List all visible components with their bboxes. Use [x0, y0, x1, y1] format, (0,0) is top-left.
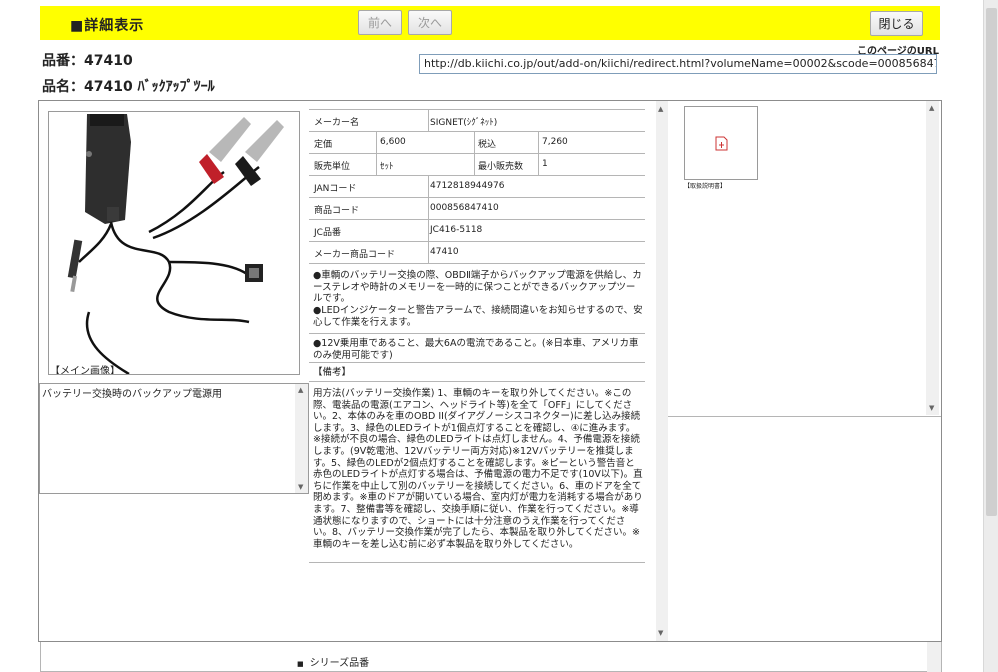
series-label: シリーズ品番 — [309, 658, 370, 669]
feature-2: ●LEDインジケーターと警告アラームで、接続間違いをお知らせするので、安心して作… — [313, 305, 643, 328]
backup-tool-image — [67, 114, 284, 374]
header-bar: ■詳細表示 前へ 次へ 閉じる — [40, 6, 940, 40]
jan-label: JANコード — [314, 184, 357, 194]
remarks-label: 【備考】 — [313, 367, 352, 378]
product-name: 品名：47410 ﾊﾞｯｸｱｯﾌﾟﾂｰﾙ — [42, 79, 215, 95]
unit-label: 販売単位 — [314, 162, 351, 172]
page-url-field[interactable]: http://db.kiichi.co.jp/out/add-on/kiichi… — [419, 54, 937, 74]
series-panel: ■ シリーズ品番 — [40, 642, 942, 672]
summary-scrollbar[interactable]: ▲ ▼ — [295, 384, 308, 493]
maker-code-label: メーカー商品コード — [314, 250, 396, 260]
close-button[interactable]: 閉じる — [870, 11, 923, 36]
main-image-caption: 【メイン画像】 — [50, 366, 120, 375]
product-number: 品番：47410 — [42, 53, 133, 69]
price-label: 定価 — [314, 140, 333, 150]
scroll-up-icon[interactable]: ▲ — [298, 386, 303, 394]
unit-value: ｾｯﾄ — [380, 162, 394, 172]
attachment-scrollbar[interactable]: ▲ ▼ — [926, 101, 939, 415]
manual-caption: 【取扱説明書】 — [684, 183, 727, 190]
scroll-down-icon[interactable]: ▼ — [298, 483, 303, 491]
bullet-icon: ■ — [297, 660, 304, 668]
scroll-down-icon[interactable]: ▼ — [929, 404, 934, 412]
remarks-text: 用方法(バッテリー交換作業) 1、車輌のキーを取り外してください。※この際、電装… — [313, 388, 643, 550]
next-button[interactable]: 次へ — [408, 10, 452, 35]
scroll-up-icon[interactable]: ▲ — [929, 104, 934, 112]
maker-code-value: 47410 — [430, 247, 459, 257]
price-value: 6,600 — [380, 137, 406, 147]
manual-thumbnail[interactable] — [684, 106, 758, 180]
tax-label: 税込 — [478, 140, 497, 150]
scroll-up-icon[interactable]: ▲ — [658, 105, 663, 113]
jan-value: 4712818944976 — [430, 181, 505, 191]
jc-number-label: JC品番 — [314, 228, 341, 238]
product-code-value: 000856847410 — [430, 203, 499, 213]
page-scrollbar[interactable] — [983, 0, 998, 672]
product-code-label: 商品コード — [314, 206, 360, 216]
summary-text: バッテリー交換時のバックアップ電源用 — [42, 389, 222, 400]
series-label-row: ■ シリーズ品番 — [297, 654, 369, 669]
min-qty-label: 最小販売数 — [478, 162, 524, 172]
usage-note: ●12V乗用車であること、最大6Aの電流であること。(※日本車、アメリカ車のみ使… — [313, 338, 639, 361]
page-title: ■詳細表示 — [70, 18, 145, 34]
maker-value: SIGNET(ｼｸﾞﾈｯﾄ) — [430, 118, 498, 128]
summary-textbox[interactable]: バッテリー交換時のバックアップ電源用 ▲ ▼ — [39, 383, 309, 494]
scroll-down-icon[interactable]: ▼ — [658, 629, 663, 637]
feature-1: ●車輌のバッテリー交換の際、OBDⅡ端子からバックアップ電源を供給し、カーステレ… — [313, 270, 642, 305]
page-scrollbar-thumb[interactable] — [986, 8, 997, 516]
min-qty-value: 1 — [542, 159, 548, 169]
maker-label: メーカー名 — [314, 118, 360, 128]
main-image: 【メイン画像】 — [48, 111, 300, 375]
pdf-file-icon — [715, 136, 728, 151]
tax-value: 7,260 — [542, 137, 568, 147]
spec-scrollbar[interactable]: ▲ ▼ — [656, 101, 668, 641]
jc-number-value: JC416-5118 — [430, 225, 483, 235]
prev-button[interactable]: 前へ — [358, 10, 402, 35]
series-scrollbar[interactable] — [927, 642, 941, 672]
